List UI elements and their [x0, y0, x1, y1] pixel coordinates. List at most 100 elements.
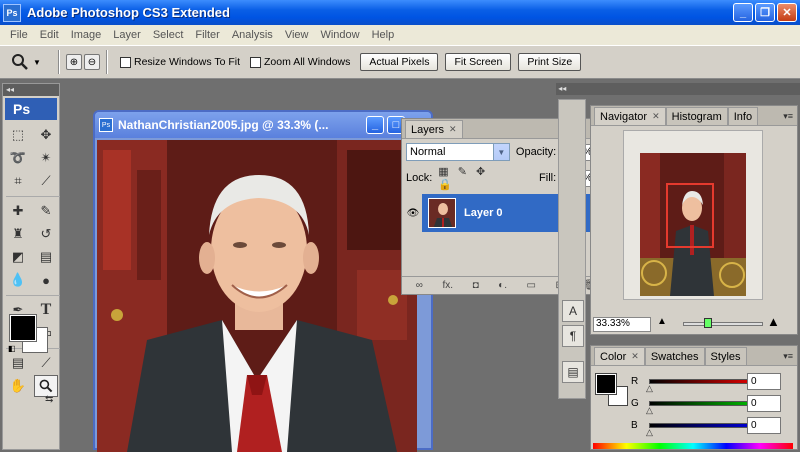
blend-mode-value: Normal — [410, 146, 446, 158]
zoom-out-button[interactable]: ⊖ — [84, 54, 100, 70]
foreground-color-swatch[interactable] — [9, 314, 37, 342]
fit-screen-button[interactable]: Fit Screen — [445, 53, 512, 71]
checkbox-box[interactable] — [250, 56, 262, 68]
tab-color-label: Color — [600, 350, 627, 363]
menu-layer[interactable]: Layer — [107, 29, 147, 41]
image-canvas[interactable] — [97, 140, 417, 452]
link-layers-icon[interactable]: ∞ — [416, 280, 423, 291]
history-brush-tool-icon[interactable]: ↺ — [34, 223, 58, 245]
close-icon[interactable]: ✕ — [652, 111, 660, 122]
move-tool-icon[interactable]: ✥ — [34, 124, 58, 146]
gradient-tool-icon[interactable]: ▤ — [34, 246, 58, 268]
menu-edit[interactable]: Edit — [34, 29, 65, 41]
layer-name[interactable]: Layer 0 — [464, 207, 503, 219]
menu-image[interactable]: Image — [65, 29, 108, 41]
navigator-zoom-slider[interactable] — [683, 322, 763, 326]
photoshop-app-icon: Ps — [3, 3, 21, 22]
panel-menu-icon[interactable]: ▾≡ — [783, 351, 793, 362]
red-value[interactable]: 0 — [747, 372, 781, 390]
lock-position-icon[interactable]: ✥ — [476, 166, 485, 178]
magic-wand-tool-icon[interactable]: ✴ — [34, 147, 58, 169]
blur-tool-icon[interactable]: 💧 — [6, 269, 30, 291]
portrait-photo — [97, 140, 417, 452]
tab-histogram[interactable]: Histogram — [665, 107, 728, 125]
brush-tool-icon[interactable]: ✎ — [34, 200, 58, 222]
eyedropper-tool-icon[interactable]: ⟋ — [34, 170, 58, 192]
navigator-zoom-field[interactable]: 33.33% — [593, 317, 651, 332]
menu-view[interactable]: View — [279, 29, 315, 41]
blend-mode-select[interactable]: Normal ▼ — [406, 143, 510, 161]
new-group-icon[interactable]: ▭ — [527, 280, 536, 291]
tab-swatches[interactable]: Swatches — [644, 347, 705, 365]
print-size-button[interactable]: Print Size — [518, 53, 582, 71]
options-bar: ▼ ⊕ ⊖ Resize Windows To Fit Zoom All Win… — [0, 45, 800, 79]
adjustment-layer-icon[interactable]: ◐. — [498, 280, 507, 291]
zoom-in-mountain-icon[interactable]: ▲ — [767, 314, 780, 329]
menu-analysis[interactable]: Analysis — [226, 29, 279, 41]
crop-tool-icon[interactable]: ⌗ — [6, 170, 30, 192]
type-tool-icon[interactable]: T — [34, 299, 58, 321]
actual-pixels-button[interactable]: Actual Pixels — [360, 53, 439, 71]
tab-styles[interactable]: Styles — [704, 347, 747, 365]
tab-info[interactable]: Info — [727, 107, 759, 125]
document-minimize-button[interactable]: _ — [366, 116, 384, 134]
panel-menu-icon[interactable]: ▾≡ — [783, 111, 793, 122]
color-sampler-tool-icon[interactable]: ⟋ — [34, 352, 58, 374]
menu-select[interactable]: Select — [147, 29, 190, 41]
restore-button[interactable]: ❐ — [755, 3, 775, 22]
dodge-tool-icon[interactable]: ● — [34, 269, 58, 291]
resize-windows-checkbox[interactable]: Resize Windows To Fit — [120, 56, 240, 68]
color-spectrum-ramp[interactable] — [593, 443, 793, 449]
eraser-tool-icon[interactable]: ◩ — [6, 246, 30, 268]
default-colors-icon[interactable]: ◧ — [8, 344, 16, 353]
menu-file[interactable]: File — [4, 29, 34, 41]
lock-pixels-icon[interactable]: ✎ — [458, 166, 467, 178]
tab-layers[interactable]: Layers ✕ — [405, 120, 463, 138]
green-slider[interactable] — [649, 400, 749, 406]
layer-mask-icon[interactable]: ◘ — [473, 280, 479, 291]
healing-brush-tool-icon[interactable]: ✚ — [6, 200, 30, 222]
separator — [6, 293, 60, 296]
red-slider[interactable] — [649, 378, 749, 384]
blue-slider[interactable] — [649, 422, 749, 428]
close-icon[interactable]: ✕ — [449, 124, 457, 135]
lasso-tool-icon[interactable]: ➰ — [6, 147, 30, 169]
zoom-in-button[interactable]: ⊕ — [66, 54, 82, 70]
toolbox-collapse[interactable]: ◂◂ — [3, 84, 59, 96]
hand-tool-icon[interactable]: ✋ — [6, 375, 30, 397]
close-button[interactable]: ✕ — [777, 3, 797, 22]
marquee-tool-icon[interactable]: ⬚ — [6, 124, 30, 146]
navigator-view-box[interactable] — [666, 183, 714, 248]
minimize-button[interactable]: _ — [733, 3, 753, 22]
color-fg-swatch[interactable] — [595, 373, 617, 395]
menu-help[interactable]: Help — [366, 29, 401, 41]
photoshop-logo[interactable]: Ps — [5, 98, 57, 120]
green-value[interactable]: 0 — [747, 394, 781, 412]
close-icon[interactable]: ✕ — [631, 351, 639, 362]
clone-stamp-tool-icon[interactable]: ♜ — [6, 223, 30, 245]
tab-navigator[interactable]: Navigator ✕ — [594, 107, 666, 125]
paragraph-panel-icon[interactable]: ¶ — [562, 325, 584, 347]
lock-all-icon[interactable]: 🔒 — [438, 179, 452, 191]
tab-color[interactable]: Color ✕ — [594, 347, 645, 365]
tool-preset-picker[interactable]: ▼ — [10, 52, 52, 72]
layer-style-icon[interactable]: fx. — [442, 280, 453, 291]
navigator-slider-thumb[interactable] — [704, 318, 712, 328]
checkbox-box[interactable] — [120, 56, 131, 68]
chevron-down-icon[interactable]: ▼ — [492, 144, 509, 160]
lock-label: Lock: — [406, 172, 433, 184]
zoom-out-mountain-icon[interactable]: ▲ — [657, 316, 667, 327]
eye-icon[interactable]: 👁 — [404, 194, 422, 232]
dock-collapse-bar[interactable]: ◂◂ — [556, 83, 800, 95]
navigator-preview[interactable] — [623, 130, 763, 300]
menu-window[interactable]: Window — [314, 29, 365, 41]
blue-slider-thumb[interactable]: △ — [646, 427, 653, 438]
zoom-all-windows-checkbox[interactable]: Zoom All Windows — [250, 56, 350, 68]
swap-colors-icon[interactable]: ⇆ — [45, 394, 53, 405]
actions-panel-icon[interactable]: ▤ — [562, 361, 584, 383]
character-panel-icon[interactable]: A — [562, 300, 584, 322]
lock-transparency-icon[interactable]: ▦ — [438, 166, 448, 178]
blue-value[interactable]: 0 — [747, 416, 781, 434]
notes-tool-icon[interactable]: ▤ — [6, 352, 30, 374]
menu-filter[interactable]: Filter — [189, 29, 225, 41]
